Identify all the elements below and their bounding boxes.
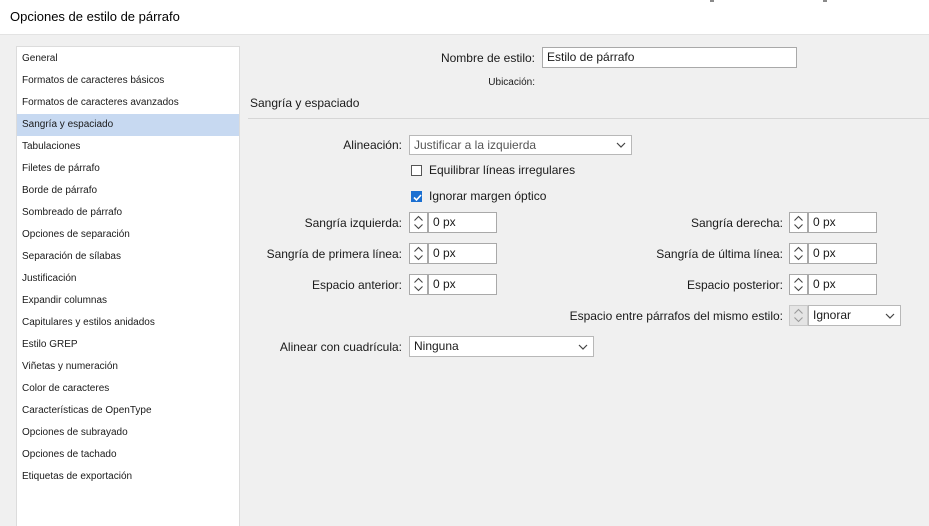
space-before-label: Espacio anterior: (311, 278, 402, 292)
sidebar-item-bullets-numbering[interactable]: Viñetas y numeración (17, 356, 239, 378)
left-indent-stepper[interactable] (409, 212, 428, 233)
right-indent-label: Sangría derecha: (690, 216, 783, 230)
last-line-indent-input[interactable]: 0 px (808, 243, 877, 264)
sidebar-item-opentype-features[interactable]: Características de OpenType (17, 400, 239, 422)
last-line-indent-stepper[interactable] (789, 243, 808, 264)
up-down-arrows-icon (794, 215, 803, 230)
sidebar-item-justification[interactable]: Justificación (17, 268, 239, 290)
left-indent-label: Sangría izquierda: (304, 216, 402, 230)
same-style-spacing-value: Ignorar (813, 308, 852, 322)
checkmark-icon (413, 194, 422, 202)
chevron-down-icon (616, 142, 626, 148)
left-indent-input[interactable]: 0 px (428, 212, 497, 233)
sidebar-item-grep-style[interactable]: Estilo GREP (17, 334, 239, 356)
sidebar-item-drop-caps-nested-styles[interactable]: Capitulares y estilos anidados (17, 312, 239, 334)
balance-lines-checkbox[interactable] (411, 165, 422, 176)
sidebar-item-underline-options[interactable]: Opciones de subrayado (17, 422, 239, 444)
space-after-stepper[interactable] (789, 274, 808, 295)
chevron-down-icon (578, 344, 588, 350)
sidebar-item-paragraph-border[interactable]: Borde de párrafo (17, 180, 239, 202)
up-down-arrows-icon (794, 308, 803, 323)
right-indent-stepper[interactable] (789, 212, 808, 233)
sidebar-item-advanced-character-formats[interactable]: Formatos de caracteres avanzados (17, 92, 239, 114)
sidebar-item-paragraph-shading[interactable]: Sombreado de párrafo (17, 202, 239, 224)
sidebar-item-paragraph-rules[interactable]: Filetes de párrafo (17, 158, 239, 180)
sidebar-item-strikethrough-options[interactable]: Opciones de tachado (17, 444, 239, 466)
up-down-arrows-icon (794, 246, 803, 261)
sidebar-item-hyphenation[interactable]: Separación de sílabas (17, 246, 239, 268)
chevron-down-icon (885, 313, 895, 319)
category-sidebar: General Formatos de caracteres básicos F… (16, 46, 240, 526)
alignment-label: Alineación: (343, 138, 402, 152)
space-after-label: Espacio posterior: (686, 278, 783, 292)
ignore-optical-margin-label: Ignorar margen óptico (429, 189, 547, 203)
same-style-spacing-label: Espacio entre párrafos del mismo estilo: (569, 309, 783, 323)
align-grid-value: Ninguna (414, 339, 459, 353)
up-down-arrows-icon (414, 277, 423, 292)
style-name-input[interactable]: Estilo de párrafo (542, 47, 797, 68)
style-name-label: Nombre de estilo: (440, 51, 535, 65)
space-before-stepper[interactable] (409, 274, 428, 295)
right-indent-input[interactable]: 0 px (808, 212, 877, 233)
last-line-indent-label: Sangría de última línea: (656, 247, 783, 261)
space-before-input[interactable]: 0 px (428, 274, 497, 295)
sidebar-item-export-tagging[interactable]: Etiquetas de exportación (17, 466, 239, 488)
up-down-arrows-icon (794, 277, 803, 292)
section-title: Sangría y espaciado (250, 96, 360, 110)
titlebar-edge-mark (823, 0, 827, 2)
title-bar: Opciones de estilo de párrafo (0, 0, 929, 35)
first-line-indent-input[interactable]: 0 px (428, 243, 497, 264)
sidebar-item-span-columns[interactable]: Expandir columnas (17, 290, 239, 312)
sidebar-item-character-color[interactable]: Color de caracteres (17, 378, 239, 400)
up-down-arrows-icon (414, 215, 423, 230)
first-line-indent-label: Sangría de primera línea: (266, 247, 402, 261)
up-down-arrows-icon (414, 246, 423, 261)
first-line-indent-stepper[interactable] (409, 243, 428, 264)
same-style-spacing-dropdown[interactable]: Ignorar (808, 305, 901, 326)
ignore-optical-margin-checkbox[interactable] (411, 191, 422, 202)
sidebar-item-keep-options[interactable]: Opciones de separación (17, 224, 239, 246)
align-grid-label: Alinear con cuadrícula: (279, 340, 402, 354)
alignment-dropdown[interactable]: Justificar a la izquierda (409, 135, 632, 155)
align-grid-dropdown[interactable]: Ninguna (409, 336, 594, 357)
sidebar-item-indents-and-spacing[interactable]: Sangría y espaciado (17, 114, 239, 136)
same-style-spacing-stepper[interactable] (789, 305, 808, 326)
balance-lines-label: Equilibrar líneas irregulares (429, 163, 576, 177)
alignment-value: Justificar a la izquierda (414, 138, 537, 152)
sidebar-item-tabs[interactable]: Tabulaciones (17, 136, 239, 158)
section-divider (248, 118, 929, 119)
sidebar-item-basic-character-formats[interactable]: Formatos de caracteres básicos (17, 70, 239, 92)
space-after-input[interactable]: 0 px (808, 274, 877, 295)
location-label: Ubicación: (488, 77, 535, 88)
sidebar-item-general[interactable]: General (17, 48, 239, 70)
window-title: Opciones de estilo de párrafo (10, 9, 180, 24)
titlebar-edge-mark (710, 0, 714, 2)
